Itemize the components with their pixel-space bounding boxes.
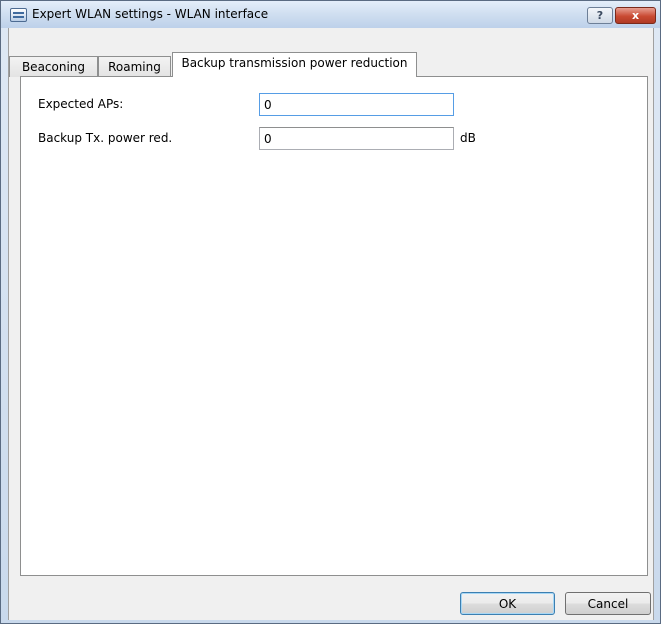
tab-beaconing[interactable]: Beaconing: [9, 56, 98, 77]
tab-backup-transmission-power-reduction[interactable]: Backup transmission power reduction: [172, 52, 417, 77]
expected-aps-input[interactable]: [259, 93, 454, 116]
tab-roaming[interactable]: Roaming: [98, 56, 171, 77]
tab-label: Backup transmission power reduction: [181, 56, 408, 70]
window-icon: [10, 8, 27, 22]
help-icon: ?: [596, 9, 604, 22]
backup-tx-power-label: Backup Tx. power red.: [38, 131, 173, 145]
tab-panel: [20, 76, 648, 576]
cancel-label: Cancel: [587, 596, 629, 611]
expected-aps-label: Expected APs:: [38, 97, 124, 111]
db-unit-label: dB: [460, 131, 476, 145]
title-bar[interactable]: Expert WLAN settings - WLAN interface ? …: [1, 1, 660, 28]
ok-button[interactable]: OK: [460, 592, 555, 615]
close-button[interactable]: x: [615, 7, 656, 24]
tab-label: Roaming: [108, 60, 161, 74]
window-title: Expert WLAN settings - WLAN interface: [32, 7, 269, 21]
ok-label: OK: [498, 596, 517, 611]
close-icon: x: [631, 9, 640, 22]
help-button[interactable]: ?: [587, 7, 613, 24]
tab-label: Beaconing: [21, 60, 86, 74]
backup-tx-power-input[interactable]: [259, 127, 454, 150]
cancel-button[interactable]: Cancel: [565, 592, 651, 615]
